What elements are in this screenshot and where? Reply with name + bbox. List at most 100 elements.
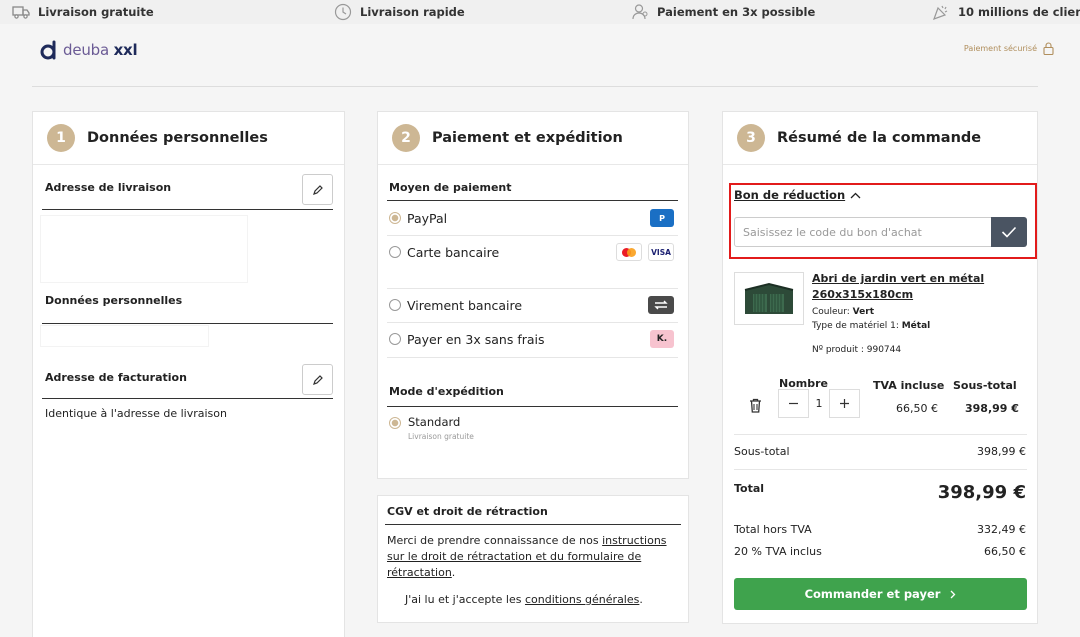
payment-option-paypal[interactable]: PayPal P <box>389 201 674 235</box>
personal-data-value <box>41 326 208 346</box>
delete-item-button[interactable] <box>749 398 762 417</box>
step-header: 2 Paiement et expédition <box>378 112 688 165</box>
product-number: Nº produit : 990744 <box>812 345 902 355</box>
order-and-pay-button[interactable]: Commander et payer <box>734 578 1027 610</box>
payment-option-3x[interactable]: Payer en 3x sans frais K. <box>389 322 674 356</box>
paypal-icon: P <box>650 209 674 227</box>
payment-option-label: Carte bancaire <box>407 244 500 260</box>
subtotal-label: Sous-total <box>734 445 790 458</box>
withdrawal-link[interactable]: sur le droit de rétractation et du formu… <box>387 550 641 563</box>
payment-method-label: Moyen de paiement <box>389 181 512 194</box>
step-number: 2 <box>392 124 420 152</box>
mastercard-icon <box>616 243 642 261</box>
garden-shed-image <box>744 282 794 314</box>
shipping-address-value <box>41 216 247 282</box>
step-header: 3 Résumé de la commande <box>723 112 1037 165</box>
visa-icon: VISA <box>648 243 674 261</box>
vat-incl-value: 66,50 € <box>984 545 1026 558</box>
payment-shipping-column: 2 Paiement et expédition Moyen de paieme… <box>377 111 689 479</box>
voucher-submit-button[interactable] <box>991 217 1027 247</box>
withdrawal-link[interactable]: rétractation <box>387 566 452 579</box>
step-title: Résumé de la commande <box>777 130 982 146</box>
payment-option-card[interactable]: Carte bancaire VISA <box>389 235 674 269</box>
item-vat-value: 66,50 € <box>896 402 938 415</box>
quantity-value[interactable]: 1 <box>809 397 829 410</box>
voucher-input[interactable]: Saisissez le code du bon d'achat <box>734 217 992 247</box>
divider <box>734 434 1027 435</box>
divider <box>42 398 333 399</box>
order-summary-column: 3 Résumé de la commande Bon de réduction… <box>722 111 1038 624</box>
usp-label: Livraison gratuite <box>38 5 154 19</box>
divider <box>734 469 1027 470</box>
personal-data-column: 1 Données personnelles Adresse de livrai… <box>32 111 345 637</box>
item-subtotal-value: 398,99 € <box>965 402 1019 415</box>
minus-icon <box>789 402 798 405</box>
radio[interactable] <box>389 333 401 345</box>
voucher-label: Bon de réduction <box>734 188 846 202</box>
lock-icon <box>1043 42 1054 55</box>
billing-address-label: Adresse de facturation <box>45 371 187 384</box>
decrease-quantity-button[interactable] <box>778 389 809 418</box>
cgv-text: Merci de prendre connaissance de nos ins… <box>387 534 667 579</box>
radio[interactable] <box>389 299 401 311</box>
step-title: Données personnelles <box>87 130 268 146</box>
divider <box>385 524 681 525</box>
logo-mark-icon <box>40 40 56 60</box>
radio-selected[interactable] <box>389 417 401 429</box>
usp-item: Paiement en 3x possible <box>631 0 815 24</box>
product-name[interactable]: Abri de jardin vert en métal 260x315x180… <box>812 271 984 303</box>
vat-incl-label: 20 % TVA inclus <box>734 545 822 558</box>
trash-icon <box>750 398 761 413</box>
divider <box>387 357 678 358</box>
chevron-right-icon <box>950 590 956 598</box>
usp-label: 10 millions de clients sa <box>958 5 1080 19</box>
voucher-placeholder: Saisissez le code du bon d'achat <box>743 225 922 239</box>
site-header: deuba xxl Paiement sécurisé <box>0 24 1080 86</box>
pencil-icon <box>312 374 323 385</box>
vat-header: TVA incluse <box>873 379 945 392</box>
divider <box>42 323 333 324</box>
payment-option-label: Virement bancaire <box>407 297 523 313</box>
header-divider <box>32 86 1038 87</box>
chevron-up-icon <box>850 192 861 198</box>
excl-vat-label: Total hors TVA <box>734 523 812 536</box>
product-image[interactable] <box>734 272 804 325</box>
cgv-title: CGV et droit de rétraction <box>387 505 548 518</box>
payment-option-transfer[interactable]: Virement bancaire <box>389 288 674 322</box>
person-icon <box>632 4 648 20</box>
usp-label: Livraison rapide <box>360 5 465 19</box>
order-button-label: Commander et payer <box>804 587 941 601</box>
shipping-mode-label: Mode d'expédition <box>389 385 504 398</box>
edit-billing-button[interactable] <box>302 364 333 395</box>
shipping-option-label: Standard <box>408 415 461 429</box>
quantity-stepper[interactable]: 1 <box>778 389 860 418</box>
step-header: 1 Données personnelles <box>33 112 344 165</box>
personal-data-label: Données personnelles <box>45 294 183 307</box>
withdrawal-link[interactable]: instructions <box>602 534 666 547</box>
shipping-option-sub: Livraison gratuite <box>408 432 474 441</box>
usp-item: Livraison gratuite <box>12 0 154 24</box>
logo[interactable]: deuba xxl <box>40 40 138 60</box>
divider <box>387 406 678 407</box>
payment-option-label: Payer en 3x sans frais <box>407 331 545 347</box>
radio[interactable] <box>389 246 401 258</box>
usp-label: Paiement en 3x possible <box>657 5 816 19</box>
step-number: 3 <box>737 124 765 152</box>
klarna-icon: K. <box>650 330 674 348</box>
terms-link[interactable]: conditions générales <box>525 593 639 606</box>
payment-option-label: PayPal <box>407 210 448 226</box>
radio-selected[interactable] <box>389 212 401 224</box>
billing-address-value: Identique à l'adresse de livraison <box>45 407 227 420</box>
secure-label: Paiement sécurisé <box>963 44 1037 53</box>
total-value: 398,99 € <box>937 482 1026 503</box>
terms-acceptance: J'ai lu et j'accepte les conditions géné… <box>405 593 643 606</box>
shipping-address-label: Adresse de livraison <box>45 181 172 194</box>
subtotal-header: Sous-total <box>953 379 1017 392</box>
shipping-option-standard[interactable]: Standard Livraison gratuite <box>389 415 474 441</box>
voucher-toggle[interactable]: Bon de réduction <box>734 188 861 202</box>
transfer-icon <box>648 296 674 314</box>
subtotal-value: 398,99 € <box>977 445 1026 458</box>
edit-shipping-button[interactable] <box>302 174 333 205</box>
increase-quantity-button[interactable] <box>829 389 860 418</box>
check-icon <box>1001 226 1017 238</box>
